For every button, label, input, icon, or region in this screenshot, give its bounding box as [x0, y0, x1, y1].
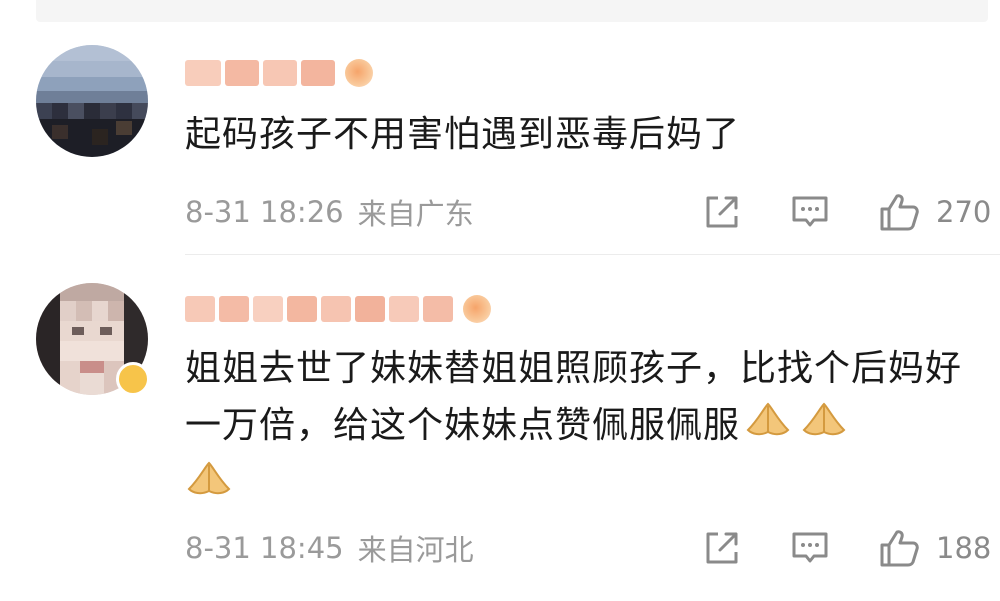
- comment-actions: 188: [700, 528, 1000, 568]
- comment-text: 姐姐去世了妹妹替姐姐照顾孩子，比找个后妈好一万倍，给这个妹妹点赞佩服佩服: [185, 340, 990, 516]
- medal-icon: [345, 59, 373, 87]
- comment-text: 起码孩子不用害怕遇到恶毒后妈了: [185, 106, 990, 163]
- share-icon[interactable]: [702, 528, 742, 572]
- comment-text-content: 起码孩子不用害怕遇到恶毒后妈了: [185, 114, 741, 155]
- praying-hands-icon: [185, 457, 233, 516]
- share-icon[interactable]: [702, 192, 742, 236]
- comment-location: 来自河北: [357, 533, 474, 567]
- like-icon[interactable]: [878, 192, 920, 236]
- like-count: 270: [936, 195, 992, 229]
- praying-hands-icon: [744, 398, 792, 457]
- comment-date: 8-31 18:45: [185, 531, 344, 565]
- username-blurred[interactable]: [185, 56, 373, 90]
- comment-actions: 270: [700, 192, 1000, 232]
- like-icon[interactable]: [878, 528, 920, 572]
- medal-icon: [463, 295, 491, 323]
- comment-location: 来自广东: [357, 197, 474, 231]
- praying-hands-icon: [800, 398, 848, 457]
- like-count: 188: [936, 531, 992, 565]
- comment-list: 起码孩子不用害怕遇到恶毒后妈了 8-31 18:26 来自广东 270 姐姐去世…: [0, 0, 1000, 601]
- divider: [185, 254, 1000, 255]
- comment-icon[interactable]: [790, 528, 830, 572]
- comment-meta: 8-31 18:45 来自河北: [185, 528, 474, 568]
- previous-item-edge: [36, 0, 988, 22]
- username-blurred[interactable]: [185, 292, 491, 326]
- comment-icon[interactable]: [790, 192, 830, 236]
- vip-badge-icon: [116, 362, 150, 396]
- avatar[interactable]: [36, 45, 148, 157]
- comment-meta: 8-31 18:26 来自广东: [185, 192, 474, 232]
- comment-date: 8-31 18:26: [185, 195, 344, 229]
